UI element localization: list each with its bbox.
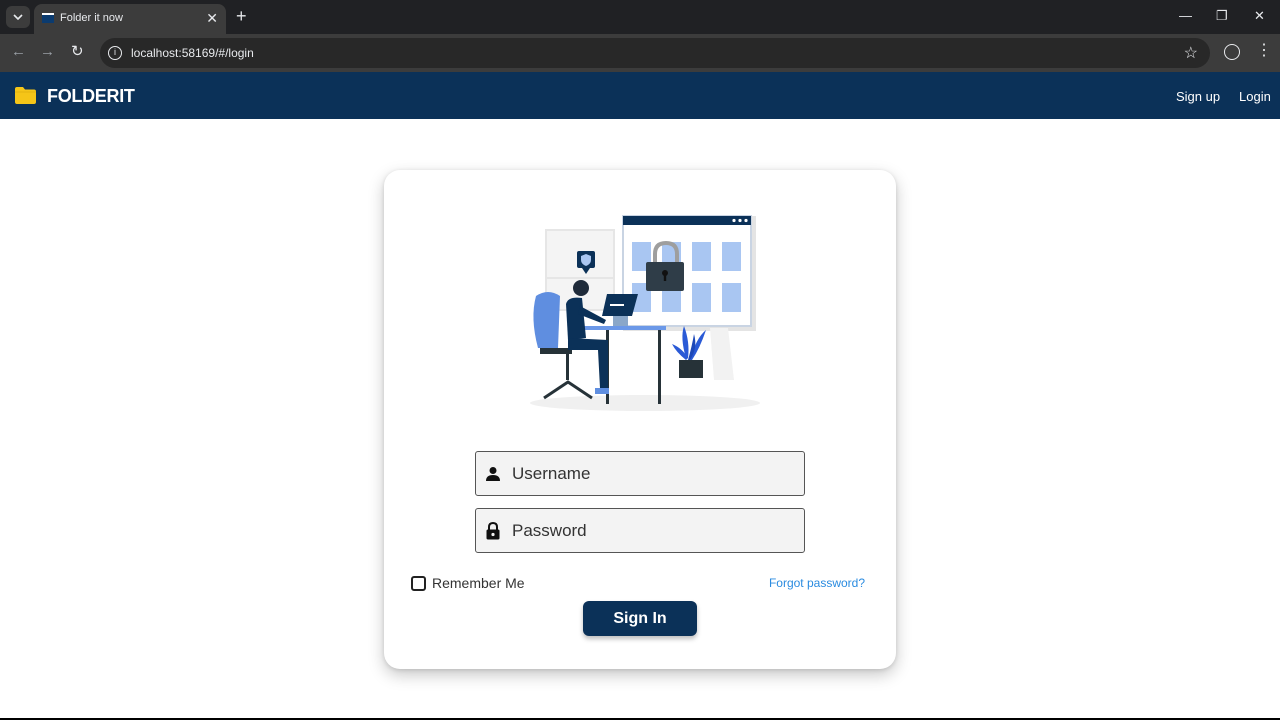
remember-me-checkbox[interactable] <box>411 575 426 591</box>
username-input[interactable] <box>512 452 797 495</box>
browser-tab-bar: Folder it now ✕ + — ❐ ✕ <box>0 0 1280 34</box>
chevron-down-icon <box>13 14 23 20</box>
password-input[interactable] <box>512 509 797 552</box>
new-tab-button[interactable]: + <box>236 7 247 25</box>
site-info-icon[interactable]: i <box>108 46 122 60</box>
forgot-password-link[interactable]: Forgot password? <box>769 576 865 590</box>
brand-name[interactable]: FOLDERIT <box>47 86 135 107</box>
reload-button[interactable]: ↻ <box>71 43 84 61</box>
remember-me-label[interactable]: Remember Me <box>432 575 525 591</box>
remember-me[interactable]: Remember Me <box>411 575 525 591</box>
url-text[interactable]: localhost:58169/#/login <box>131 46 254 60</box>
browser-menu-icon[interactable]: ⋮ <box>1256 42 1272 60</box>
folder-icon <box>15 87 36 104</box>
app-header: FOLDERIT Sign up Login <box>0 72 1280 119</box>
browser-tab[interactable]: Folder it now ✕ <box>34 4 226 34</box>
favicon-icon <box>42 13 54 23</box>
security-illustration <box>530 215 760 411</box>
lock-icon <box>486 522 500 540</box>
bookmark-star-icon[interactable]: ☆ <box>1184 43 1198 63</box>
password-field[interactable] <box>475 508 805 553</box>
browser-toolbar: ← → ↻ i localhost:58169/#/login ☆ ⋮ <box>0 34 1280 72</box>
close-window-button[interactable]: ✕ <box>1254 8 1265 24</box>
person-icon <box>486 467 500 481</box>
sign-in-button[interactable]: Sign In <box>583 601 697 636</box>
tab-close-icon[interactable]: ✕ <box>206 10 218 26</box>
minimize-button[interactable]: — <box>1179 8 1192 24</box>
back-button[interactable]: ← <box>11 43 26 61</box>
signup-link[interactable]: Sign up <box>1176 89 1220 104</box>
username-field[interactable] <box>475 451 805 496</box>
login-card: Remember Me Forgot password? Sign In <box>384 170 896 669</box>
profile-icon[interactable] <box>1224 44 1240 60</box>
forward-button[interactable]: → <box>40 43 55 61</box>
restore-button[interactable]: ❐ <box>1216 8 1228 24</box>
tab-title: Folder it now <box>60 12 123 24</box>
address-bar[interactable]: i localhost:58169/#/login ☆ <box>100 38 1210 68</box>
login-link[interactable]: Login <box>1239 89 1271 104</box>
tab-list-button[interactable] <box>6 6 30 28</box>
